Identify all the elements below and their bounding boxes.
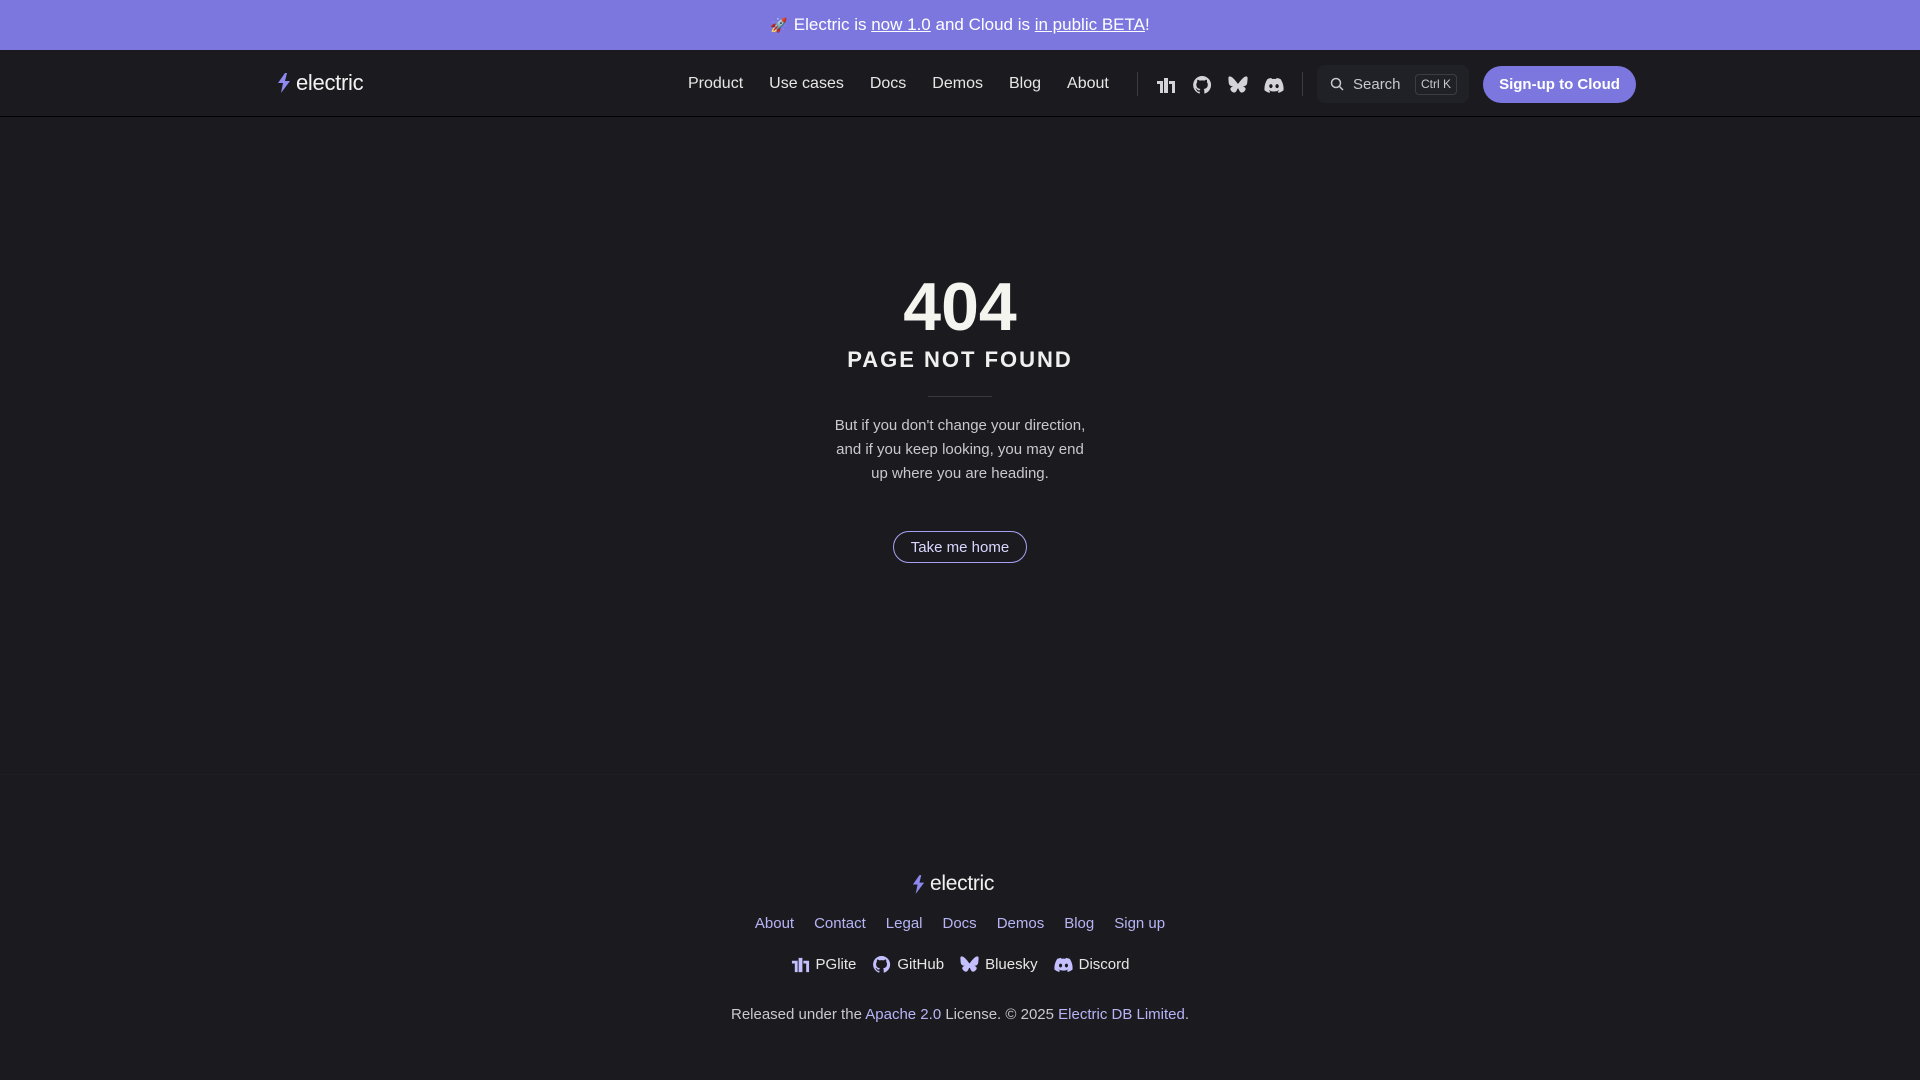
nav-item-docs[interactable]: Docs [870,75,906,93]
github-icon[interactable] [1191,74,1213,96]
footer-links: About Contact Legal Docs Demos Blog Sign… [0,915,1920,932]
nav-links: Product Use cases Docs Demos Blog About [688,74,1109,94]
footer-social-pglite[interactable]: PGlite [791,955,857,974]
footer-social-github[interactable]: GitHub [872,955,944,974]
apache-license-link[interactable]: Apache 2.0 [865,1006,941,1023]
license-prefix: Released under the [730,1006,866,1023]
error-code: 404 [903,269,1017,345]
footer-link-contact[interactable]: Contact [814,915,866,932]
electric-bolt-icon [278,73,290,93]
page-title: PAGE NOT FOUND [847,347,1073,372]
discord-icon [1054,957,1073,973]
footer-social-label: PGlite [815,956,857,973]
rocket-icon: 🚀 [770,16,788,33]
announcement-banner: 🚀 Electric is now 1.0 and Cloud is in pu… [0,0,1920,50]
divider [928,396,992,397]
pglite-icon [791,957,809,973]
footer-social: PGlite GitHub Bluesky Discord [0,955,1920,974]
logo-text: electric [296,70,364,95]
electric-bolt-icon [912,874,925,894]
quote-text: But if you don't change your direction, … [834,417,1086,482]
banner-text-3: ! [1144,15,1150,34]
nav-item-product[interactable]: Product [688,75,743,93]
footer-social-label: GitHub [897,956,945,973]
pglite-icon[interactable] [1155,74,1177,96]
footer-link-demos[interactable]: Demos [997,915,1045,932]
license-text: Released under the Apache 2.0 License. ©… [0,1006,1920,1023]
top-nav: electric Product Use cases Docs Demos Bl… [0,50,1920,117]
github-icon [873,955,891,973]
footer-social-discord[interactable]: Discord [1054,955,1130,974]
nav-item-blog[interactable]: Blog [1009,75,1041,93]
footer-link-about[interactable]: About [755,915,794,932]
footer-divider [0,774,1920,775]
search-label: Search [1353,75,1401,93]
social-icons [1155,74,1285,96]
signup-cloud-button[interactable]: Sign-up to Cloud [1483,66,1636,103]
nav-item-demos[interactable]: Demos [932,75,983,93]
nav-divider [1137,72,1138,96]
footer-social-label: Bluesky [985,956,1038,973]
banner-link-beta[interactable]: in public BETA [1035,15,1145,35]
footer-link-signup[interactable]: Sign up [1114,915,1165,932]
nav-item-use-cases[interactable]: Use cases [769,75,844,93]
banner-link-version[interactable]: now 1.0 [871,15,931,35]
footer-logo[interactable]: electric [911,872,994,896]
license-suffix: . [1184,1006,1190,1023]
search-icon [1330,77,1344,91]
bluesky-icon [960,956,979,972]
banner-text-2: and Cloud is [930,15,1035,34]
discord-icon[interactable] [1263,74,1285,96]
footer-link-legal[interactable]: Legal [886,915,923,932]
search-button[interactable]: Search Ctrl K [1317,65,1469,103]
take-me-home-button[interactable]: Take me home [893,531,1027,563]
banner-text-1: Electric is [793,15,872,34]
logo[interactable]: electric [276,70,364,96]
footer-logo-text: electric [930,872,995,895]
footer-social-label: Discord [1078,956,1130,973]
nav-item-about[interactable]: About [1067,75,1109,93]
bluesky-icon[interactable] [1227,74,1249,96]
company-link[interactable]: Electric DB Limited [1058,1006,1185,1023]
footer-link-docs[interactable]: Docs [943,915,977,932]
search-shortcut: Ctrl K [1415,74,1457,95]
footer-link-blog[interactable]: Blog [1064,915,1094,932]
footer-social-bluesky[interactable]: Bluesky [960,955,1038,974]
license-mid: License. © 2025 [941,1006,1059,1023]
nav-divider-2 [1302,72,1303,96]
